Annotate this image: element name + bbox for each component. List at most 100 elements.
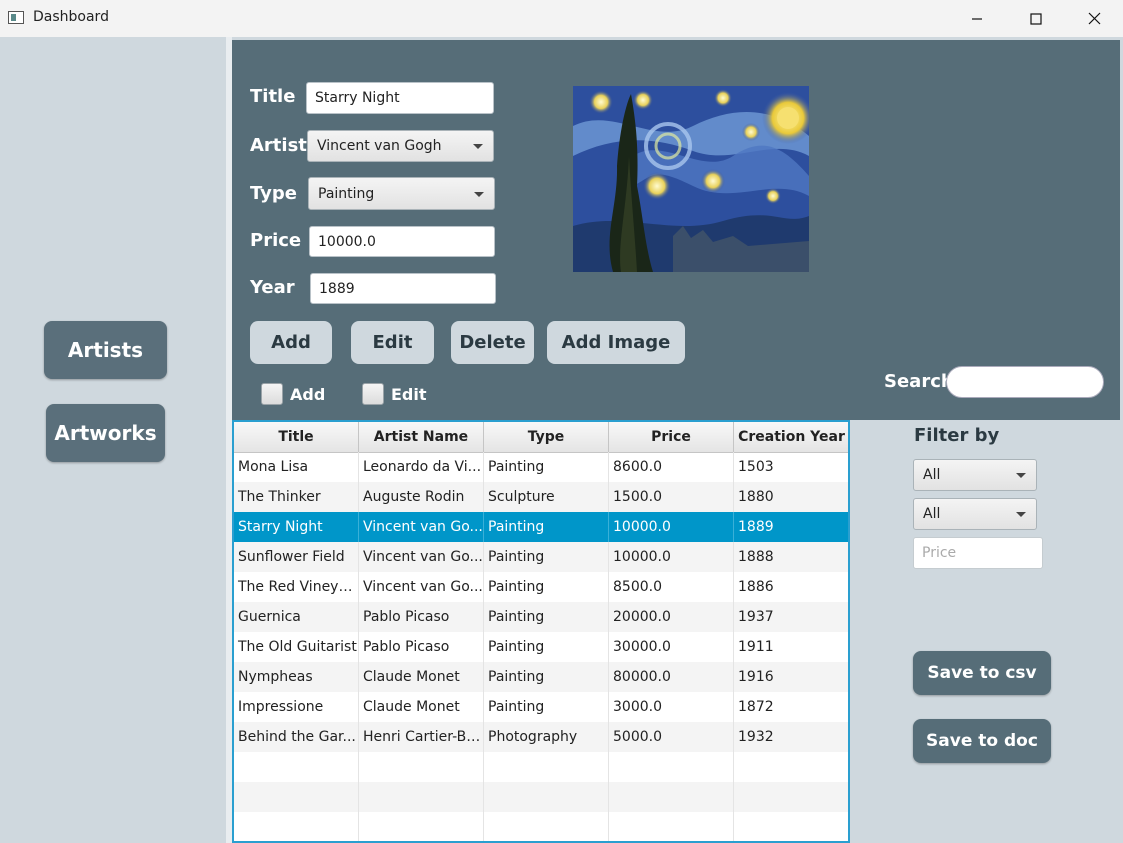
artworks-nav-button[interactable]: Artworks [46, 404, 165, 462]
search-input[interactable] [946, 366, 1104, 398]
column-header[interactable]: Creation Year [734, 422, 848, 452]
table-cell [484, 752, 609, 782]
table-cell: 1916 [734, 662, 848, 692]
table-cell: The Red Vineyard [234, 572, 359, 602]
table-cell [734, 782, 848, 812]
price-filter-input[interactable] [913, 537, 1043, 569]
chevron-down-icon [474, 191, 484, 197]
table-row[interactable]: The Red Vineyard Vincent van Go... Paintin… [234, 572, 848, 602]
table-row[interactable]: The Thinker Auguste Rodin Sculpture 1500.0 1… [234, 482, 848, 512]
year-input[interactable]: 1889 [310, 273, 496, 304]
table-cell: Guernica [234, 602, 359, 632]
close-button[interactable] [1065, 0, 1123, 37]
table-header: Title Artist Name Type Price Creation Year [234, 422, 848, 453]
table-cell: Claude Monet [359, 692, 484, 722]
year-label: Year [250, 277, 295, 298]
delete-button[interactable]: Delete [451, 321, 534, 364]
table-cell: Behind the Gar... [234, 722, 359, 752]
table-cell [734, 752, 848, 782]
table-cell: Pablo Picaso [359, 602, 484, 632]
table-cell: Starry Night [234, 512, 359, 542]
table-cell: Painting [484, 692, 609, 722]
table-cell [484, 812, 609, 841]
table-cell: Vincent van Go... [359, 542, 484, 572]
table-row[interactable]: Sunflower Field Vincent van Go... Painting… [234, 542, 848, 572]
search-label: Search [884, 371, 954, 392]
artists-nav-button[interactable]: Artists [44, 321, 167, 379]
filter-select-1-value: All [923, 467, 941, 483]
edit-checkbox-label: Edit [391, 385, 427, 404]
table-cell: 10000.0 [609, 512, 734, 542]
artworks-table[interactable]: Title Artist Name Type Price Creation Year M… [232, 420, 850, 843]
table-cell: 1503 [734, 452, 848, 482]
minimize-button[interactable] [948, 0, 1006, 37]
table-cell: 1500.0 [609, 482, 734, 512]
column-header[interactable]: Title [234, 422, 359, 452]
table-row[interactable]: Mona Lisa Leonardo da Vi... Painting 8600.0… [234, 452, 848, 482]
table-cell [734, 812, 848, 841]
table-cell: 80000.0 [609, 662, 734, 692]
add-button[interactable]: Add [250, 321, 332, 364]
column-header[interactable]: Type [484, 422, 609, 452]
save-doc-button[interactable]: Save to doc [913, 719, 1051, 763]
table-cell: Painting [484, 662, 609, 692]
table-cell: 8600.0 [609, 452, 734, 482]
table-cell: Painting [484, 542, 609, 572]
sidebar: Artists Artworks [0, 37, 226, 843]
table-cell: Leonardo da Vi... [359, 452, 484, 482]
table-cell: 20000.0 [609, 602, 734, 632]
table-cell [234, 812, 359, 841]
artist-select-value: Vincent van Gogh [317, 138, 442, 154]
add-image-button[interactable]: Add Image [547, 321, 685, 364]
table-cell [609, 782, 734, 812]
table-cell: Painting [484, 632, 609, 662]
table-cell: Vincent van Go... [359, 512, 484, 542]
table-cell: 1889 [734, 512, 848, 542]
title-label: Title [250, 86, 296, 107]
table-cell: The Old Guitarist [234, 632, 359, 662]
table-cell [484, 782, 609, 812]
column-header[interactable]: Artist Name [359, 422, 484, 452]
table-cell: Pablo Picaso [359, 632, 484, 662]
column-header[interactable]: Price [609, 422, 734, 452]
table-row[interactable]: Behind the Gar... Henri Cartier-Br... Phot… [234, 722, 848, 752]
table-cell: Auguste Rodin [359, 482, 484, 512]
table-cell [359, 752, 484, 782]
table-cell [359, 782, 484, 812]
artwork-image [573, 86, 809, 272]
table-row[interactable] [234, 782, 848, 812]
filter-label: Filter by [914, 425, 1000, 446]
table-row[interactable]: The Old Guitarist Pablo Picaso Painting 300… [234, 632, 848, 662]
filter-select-2-value: All [923, 506, 941, 522]
table-row[interactable]: Guernica Pablo Picaso Painting 20000.0 1937 [234, 602, 848, 632]
artist-select[interactable]: Vincent van Gogh [307, 130, 494, 162]
table-cell: 1888 [734, 542, 848, 572]
table-row[interactable]: Nympheas Claude Monet Painting 80000.0 1916 [234, 662, 848, 692]
add-checkbox[interactable] [261, 383, 283, 405]
table-cell: Henri Cartier-Br... [359, 722, 484, 752]
table-row[interactable]: Starry Night Vincent van Go... Painting 100… [234, 512, 848, 542]
type-select[interactable]: Painting [308, 177, 495, 210]
table-cell: Painting [484, 452, 609, 482]
filter-select-1[interactable]: All [913, 459, 1037, 491]
maximize-button[interactable] [1007, 0, 1065, 37]
title-input[interactable]: Starry Night [306, 82, 494, 114]
table-cell [234, 752, 359, 782]
table-cell: 5000.0 [609, 722, 734, 752]
table-cell: Claude Monet [359, 662, 484, 692]
price-input[interactable]: 10000.0 [309, 226, 495, 257]
maximize-icon [1030, 12, 1042, 25]
table-cell [609, 812, 734, 841]
table-cell [234, 782, 359, 812]
edit-checkbox[interactable] [362, 383, 384, 405]
table-row[interactable] [234, 812, 848, 841]
edit-button[interactable]: Edit [351, 321, 434, 364]
table-cell: 1932 [734, 722, 848, 752]
filter-select-2[interactable]: All [913, 498, 1037, 530]
table-row[interactable]: Impressione Claude Monet Painting 3000.0 187… [234, 692, 848, 722]
save-csv-button[interactable]: Save to csv [913, 651, 1051, 695]
table-row[interactable] [234, 752, 848, 782]
title-bar: Dashboard [0, 0, 1123, 37]
table-cell: Painting [484, 512, 609, 542]
table-cell: 1886 [734, 572, 848, 602]
